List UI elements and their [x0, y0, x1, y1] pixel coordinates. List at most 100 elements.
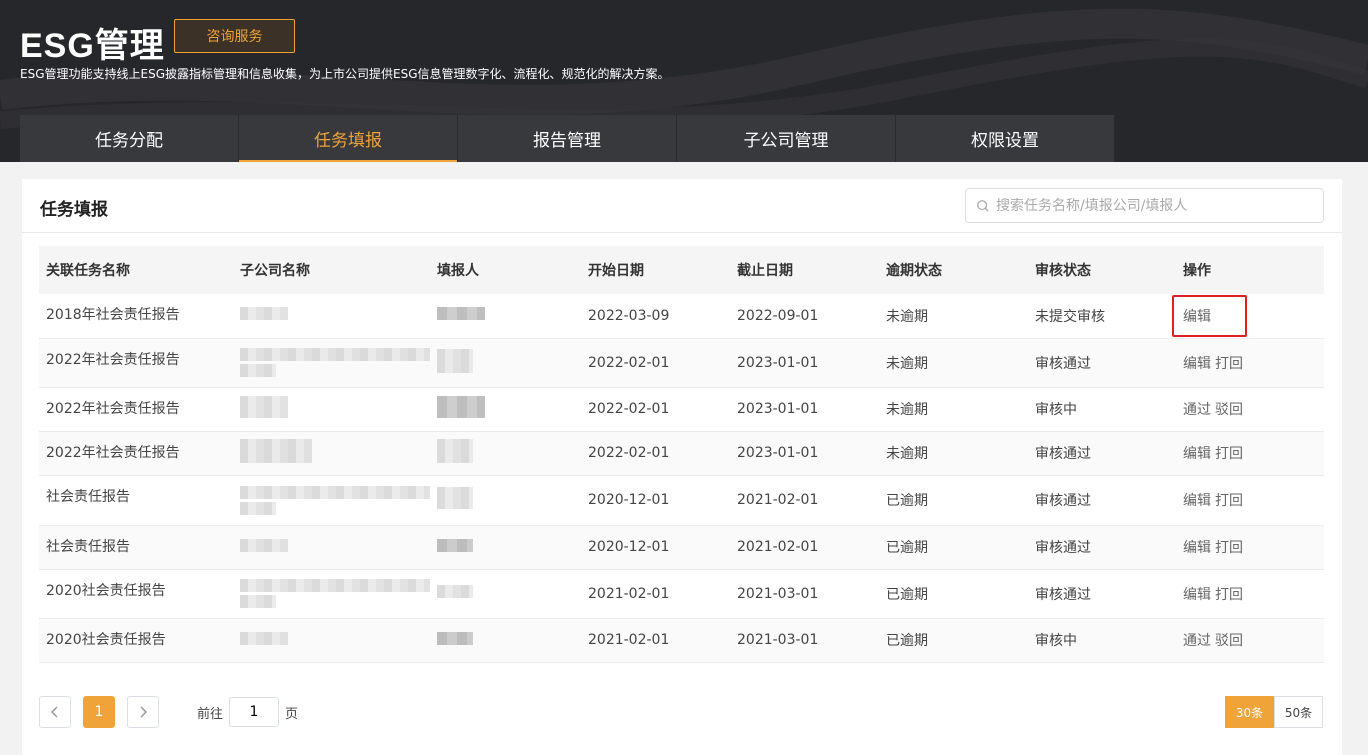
table-row: 2020社会责任报告 2021-02-01 2021-03-01 已逾期 审核通…: [39, 569, 1324, 618]
col-task-name: 关联任务名称: [46, 263, 130, 279]
row-actions: 编辑 打回: [1176, 431, 1324, 475]
filler-redacted: [430, 475, 581, 525]
search-input[interactable]: [996, 197, 1316, 214]
review-status: 审核通过: [1035, 493, 1091, 509]
review-status: 审核通过: [1035, 586, 1091, 603]
reject-link[interactable]: 驳回: [1215, 402, 1243, 418]
subsidiary-name-redacted: [233, 525, 430, 569]
filler-redacted: [430, 338, 581, 387]
row-actions: 编辑 打回: [1176, 569, 1324, 618]
subsidiary-name-redacted: [233, 475, 430, 525]
overdue-status: 已逾期: [886, 586, 928, 603]
tab-subsidiary-manage[interactable]: 子公司管理: [677, 115, 896, 162]
start-date: 2021-02-01: [588, 585, 670, 602]
approve-link[interactable]: 通过: [1183, 633, 1211, 649]
tab-task-fill[interactable]: 任务填报: [239, 115, 458, 162]
end-date: 2023-01-01: [737, 401, 819, 417]
col-subsidiary: 子公司名称: [240, 263, 310, 279]
start-date: 2021-02-01: [588, 632, 670, 648]
filler-redacted: [430, 387, 581, 431]
task-name: 2022年社会责任报告: [46, 400, 180, 417]
end-date: 2021-02-01: [737, 492, 819, 508]
return-link[interactable]: 打回: [1215, 493, 1243, 509]
subsidiary-name-redacted: [233, 294, 430, 338]
search-icon: [977, 199, 989, 212]
page-header: ESG管理 咨询服务 ESG管理功能支持线上ESG披露指标管理和信息收集，为上市…: [0, 0, 1368, 162]
page-number-button[interactable]: 1: [83, 696, 115, 728]
task-name: 社会责任报告: [46, 538, 130, 555]
tab-task-assign[interactable]: 任务分配: [20, 115, 239, 162]
overdue-status: 已逾期: [886, 633, 928, 649]
task-name: 2022年社会责任报告: [46, 351, 180, 368]
table-row: 2022年社会责任报告 2022-02-01 2023-01-01 未逾期 审核…: [39, 431, 1324, 475]
filler-redacted: [430, 525, 581, 569]
goto-prefix: 前往: [197, 706, 224, 722]
subsidiary-name-redacted: [233, 569, 430, 618]
page-subtitle: ESG管理功能支持线上ESG披露指标管理和信息收集，为上市公司提供ESG信息管理…: [20, 67, 670, 81]
table-header-row: 关联任务名称 子公司名称 填报人 开始日期 截止日期 逾期状态 审核状态 操作: [39, 246, 1324, 294]
page-title: ESG管理: [20, 27, 165, 65]
filler-redacted: [430, 569, 581, 618]
col-start-date: 开始日期: [588, 263, 644, 279]
table-row: 2020社会责任报告 2021-02-01 2021-03-01 已逾期 审核中…: [39, 618, 1324, 662]
table-row: 社会责任报告 2020-12-01 2021-02-01 已逾期 审核通过 编辑…: [39, 525, 1324, 569]
page-size-30[interactable]: 30条: [1225, 696, 1274, 728]
subsidiary-name-redacted: [233, 618, 430, 662]
overdue-status: 未逾期: [886, 355, 928, 372]
approve-link[interactable]: 通过: [1183, 402, 1211, 418]
table-row: 2022年社会责任报告 2022-02-01 2023-01-01 未逾期 审核…: [39, 338, 1324, 387]
task-table: 关联任务名称 子公司名称 填报人 开始日期 截止日期 逾期状态 审核状态 操作 …: [39, 246, 1324, 663]
next-page-button[interactable]: [127, 696, 159, 728]
edit-link[interactable]: 编辑: [1183, 309, 1211, 325]
return-link[interactable]: 打回: [1215, 540, 1243, 556]
start-date: 2020-12-01: [588, 492, 670, 508]
edit-link[interactable]: 编辑: [1183, 356, 1211, 372]
overdue-status: 未逾期: [886, 308, 928, 325]
col-actions: 操作: [1183, 263, 1211, 279]
subsidiary-name-redacted: [233, 338, 430, 387]
reject-link[interactable]: 驳回: [1215, 633, 1243, 649]
task-fill-panel: 任务填报 关联任务名称 子公司名称 填报人 开始日期 截止日期 逾期状态 审核状…: [22, 179, 1342, 755]
filler-redacted: [430, 618, 581, 662]
start-date: 2022-02-01: [588, 445, 670, 461]
prev-page-button[interactable]: [39, 696, 71, 728]
review-status: 审核通过: [1035, 540, 1091, 556]
tab-permission-settings[interactable]: 权限设置: [896, 115, 1115, 162]
return-link[interactable]: 打回: [1215, 446, 1243, 462]
page-size-50[interactable]: 50条: [1274, 696, 1323, 728]
edit-link[interactable]: 编辑: [1183, 493, 1211, 509]
subsidiary-name-redacted: [233, 387, 430, 431]
edit-link[interactable]: 编辑: [1183, 540, 1211, 556]
row-actions: 通过 驳回: [1176, 387, 1324, 431]
goto-page-input[interactable]: [229, 697, 280, 727]
edit-link[interactable]: 编辑: [1183, 587, 1211, 603]
search-box[interactable]: [965, 188, 1324, 223]
goto-suffix: 页: [285, 706, 299, 722]
chevron-right-icon: [140, 706, 148, 718]
panel-title: 任务填报: [40, 200, 108, 220]
col-end-date: 截止日期: [737, 263, 793, 279]
end-date: 2021-03-01: [737, 632, 819, 648]
start-date: 2022-03-09: [588, 307, 670, 324]
return-link[interactable]: 打回: [1215, 356, 1243, 372]
row-actions: 编辑 打回: [1176, 525, 1324, 569]
end-date: 2021-02-01: [737, 539, 819, 555]
table-row: 2022年社会责任报告 2022-02-01 2023-01-01 未逾期 审核…: [39, 387, 1324, 431]
consult-service-button[interactable]: 咨询服务: [174, 19, 295, 53]
review-status: 审核通过: [1035, 446, 1091, 462]
start-date: 2022-02-01: [588, 354, 670, 371]
overdue-status: 已逾期: [886, 540, 928, 556]
tab-report-manage[interactable]: 报告管理: [458, 115, 677, 162]
task-name: 2020社会责任报告: [46, 631, 166, 648]
filler-redacted: [430, 431, 581, 475]
edit-link[interactable]: 编辑: [1183, 446, 1211, 462]
col-filler: 填报人: [437, 263, 479, 279]
end-date: 2023-01-01: [737, 445, 819, 461]
page-size-selector: 30条 50条: [1225, 696, 1323, 728]
row-actions: 编辑 打回: [1176, 338, 1324, 387]
filler-redacted: [430, 294, 581, 338]
col-review: 审核状态: [1035, 263, 1091, 279]
return-link[interactable]: 打回: [1215, 587, 1243, 603]
review-status: 未提交审核: [1035, 308, 1105, 325]
overdue-status: 未逾期: [886, 446, 928, 462]
